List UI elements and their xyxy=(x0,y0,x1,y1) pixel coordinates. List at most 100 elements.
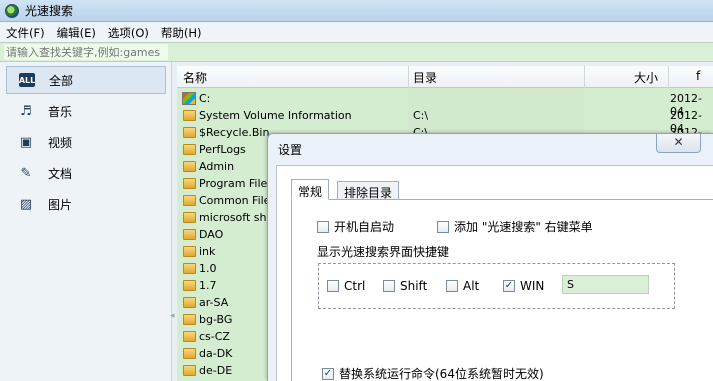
row-name: Admin xyxy=(199,160,235,173)
close-button[interactable]: ✕ xyxy=(656,134,701,153)
row-name: ar-SA xyxy=(199,296,229,309)
row-name: bg-BG xyxy=(199,313,233,326)
checkbox-box xyxy=(327,280,339,292)
win-checkbox[interactable]: ✓ WIN xyxy=(503,279,544,293)
folder-icon xyxy=(183,331,196,342)
hotkey-group: Ctrl Shift Alt ✓ WIN S xyxy=(318,263,675,309)
column-header-dir[interactable]: 目录 xyxy=(413,69,437,86)
checkbox-box xyxy=(383,280,395,292)
context-menu-label: 添加 "光速搜索" 右键菜单 xyxy=(454,220,593,234)
ctrl-label: Ctrl xyxy=(344,279,366,293)
folder-icon xyxy=(183,348,196,359)
checkbox-box xyxy=(446,280,458,292)
app-logo-icon xyxy=(5,3,19,18)
alt-checkbox[interactable]: Alt xyxy=(446,279,479,293)
drive-icon xyxy=(182,92,196,105)
row-name: 1.0 xyxy=(199,262,217,275)
context-menu-checkbox[interactable]: 添加 "光速搜索" 右键菜单 xyxy=(437,218,593,235)
dialog-body: 常规 排除目录 开机自启动 添加 "光速搜索" 右键菜单 显示光速搜索界面快捷键… xyxy=(276,165,713,381)
replace-run-label: 替换系统运行命令(64位系统暂时无效) xyxy=(339,367,544,381)
all-icon: ALL xyxy=(19,73,35,87)
sidebar-item-label: 视频 xyxy=(48,135,73,150)
replace-run-checkbox[interactable]: ✓ 替换系统运行命令(64位系统暂时无效) xyxy=(322,365,544,381)
splitter-grip[interactable]: ◂ xyxy=(170,311,175,321)
music-icon: ♬ xyxy=(20,103,32,119)
sidebar-item-label: 音乐 xyxy=(48,104,73,119)
win-label: WIN xyxy=(520,279,545,293)
row-name: da-DK xyxy=(199,347,233,360)
folder-icon xyxy=(183,365,196,376)
folder-icon xyxy=(183,178,196,189)
title-bar: 光速搜索 xyxy=(0,0,713,22)
table-header: 名称 目录 大小 f xyxy=(177,66,713,88)
menu-options[interactable]: 选项(O) xyxy=(108,25,149,41)
row-name: System Volume Information xyxy=(199,109,352,122)
row-name: C: xyxy=(199,92,211,105)
column-header-date[interactable]: f xyxy=(696,69,700,83)
sidebar-item-all[interactable]: ALL 全部 xyxy=(6,66,166,94)
dialog-title: 设置 xyxy=(278,143,303,157)
folder-icon xyxy=(183,127,196,138)
column-divider[interactable] xyxy=(408,66,409,88)
folder-icon xyxy=(183,110,196,121)
settings-dialog: 设置 ✕ 常规 排除目录 开机自启动 添加 "光速搜索" 右键菜单 显示光速搜索… xyxy=(267,133,713,381)
column-divider[interactable] xyxy=(668,66,669,88)
menu-file[interactable]: 文件(F) xyxy=(6,25,45,41)
checkbox-box xyxy=(437,220,449,233)
checkbox-box: ✓ xyxy=(322,367,334,380)
folder-icon xyxy=(183,280,196,291)
row-name: PerfLogs xyxy=(199,143,246,156)
folder-icon xyxy=(183,212,196,223)
ctrl-checkbox[interactable]: Ctrl xyxy=(327,279,365,293)
folder-icon xyxy=(183,297,196,308)
row-name: Common Files xyxy=(199,194,277,207)
document-icon: ✎ xyxy=(20,165,32,181)
menu-help[interactable]: 帮助(H) xyxy=(161,25,202,41)
hotkey-group-label: 显示光速搜索界面快捷键 xyxy=(317,245,450,259)
video-icon: ▣ xyxy=(19,134,33,150)
sidebar-item-label: 文档 xyxy=(48,166,73,181)
tab-exclude-dirs[interactable]: 排除目录 xyxy=(337,181,400,200)
tab-general[interactable]: 常规 xyxy=(291,179,330,200)
sidebar-item-document[interactable]: ✎ 文档 xyxy=(6,159,166,187)
column-header-name[interactable]: 名称 xyxy=(183,69,207,86)
close-icon: ✕ xyxy=(673,135,684,149)
shift-label: Shift xyxy=(400,279,428,293)
folder-icon xyxy=(183,263,196,274)
sidebar-item-image[interactable]: ▨ 图片 xyxy=(6,190,166,218)
search-input[interactable] xyxy=(4,44,168,60)
checkbox-box xyxy=(317,220,329,233)
autostart-checkbox[interactable]: 开机自启动 xyxy=(317,218,394,235)
menu-bar: 文件(F) 编辑(E) 选项(O) 帮助(H) xyxy=(0,23,713,42)
folder-icon xyxy=(183,229,196,240)
sidebar-item-label: 全部 xyxy=(49,73,74,88)
sidebar-item-video[interactable]: ▣ 视频 xyxy=(6,128,166,156)
folder-icon xyxy=(183,144,196,155)
search-bar xyxy=(0,42,713,62)
sidebar-item-label: 图片 xyxy=(48,197,73,212)
folder-icon xyxy=(183,246,196,257)
menu-edit[interactable]: 编辑(E) xyxy=(57,25,96,41)
folder-icon xyxy=(183,314,196,325)
table-row[interactable]: System Volume Information C:\ 2012-04 xyxy=(177,107,713,135)
row-name: microsoft shar xyxy=(199,211,278,224)
window-title: 光速搜索 xyxy=(25,4,74,18)
hotkey-input[interactable]: S xyxy=(562,275,649,294)
category-sidebar: ALL 全部 ♬ 音乐 ▣ 视频 ✎ 文档 ▨ 图片 xyxy=(0,62,172,381)
row-dir: C:\ xyxy=(413,109,429,122)
row-name: $Recycle.Bin xyxy=(199,126,270,139)
column-divider[interactable] xyxy=(584,66,585,88)
row-name: 1.7 xyxy=(199,279,217,292)
row-name: DAO xyxy=(199,228,224,241)
table-row[interactable]: C: 2012-04 xyxy=(177,90,713,118)
column-header-size[interactable]: 大小 xyxy=(634,69,658,86)
row-name: ink xyxy=(199,245,216,258)
autostart-label: 开机自启动 xyxy=(334,220,395,234)
folder-icon xyxy=(183,161,196,172)
sidebar-item-music[interactable]: ♬ 音乐 xyxy=(6,97,166,125)
shift-checkbox[interactable]: Shift xyxy=(383,279,427,293)
row-name: cs-CZ xyxy=(199,330,230,343)
image-icon: ▨ xyxy=(19,196,33,212)
checkbox-box: ✓ xyxy=(503,280,515,292)
row-name: de-DE xyxy=(199,364,233,377)
